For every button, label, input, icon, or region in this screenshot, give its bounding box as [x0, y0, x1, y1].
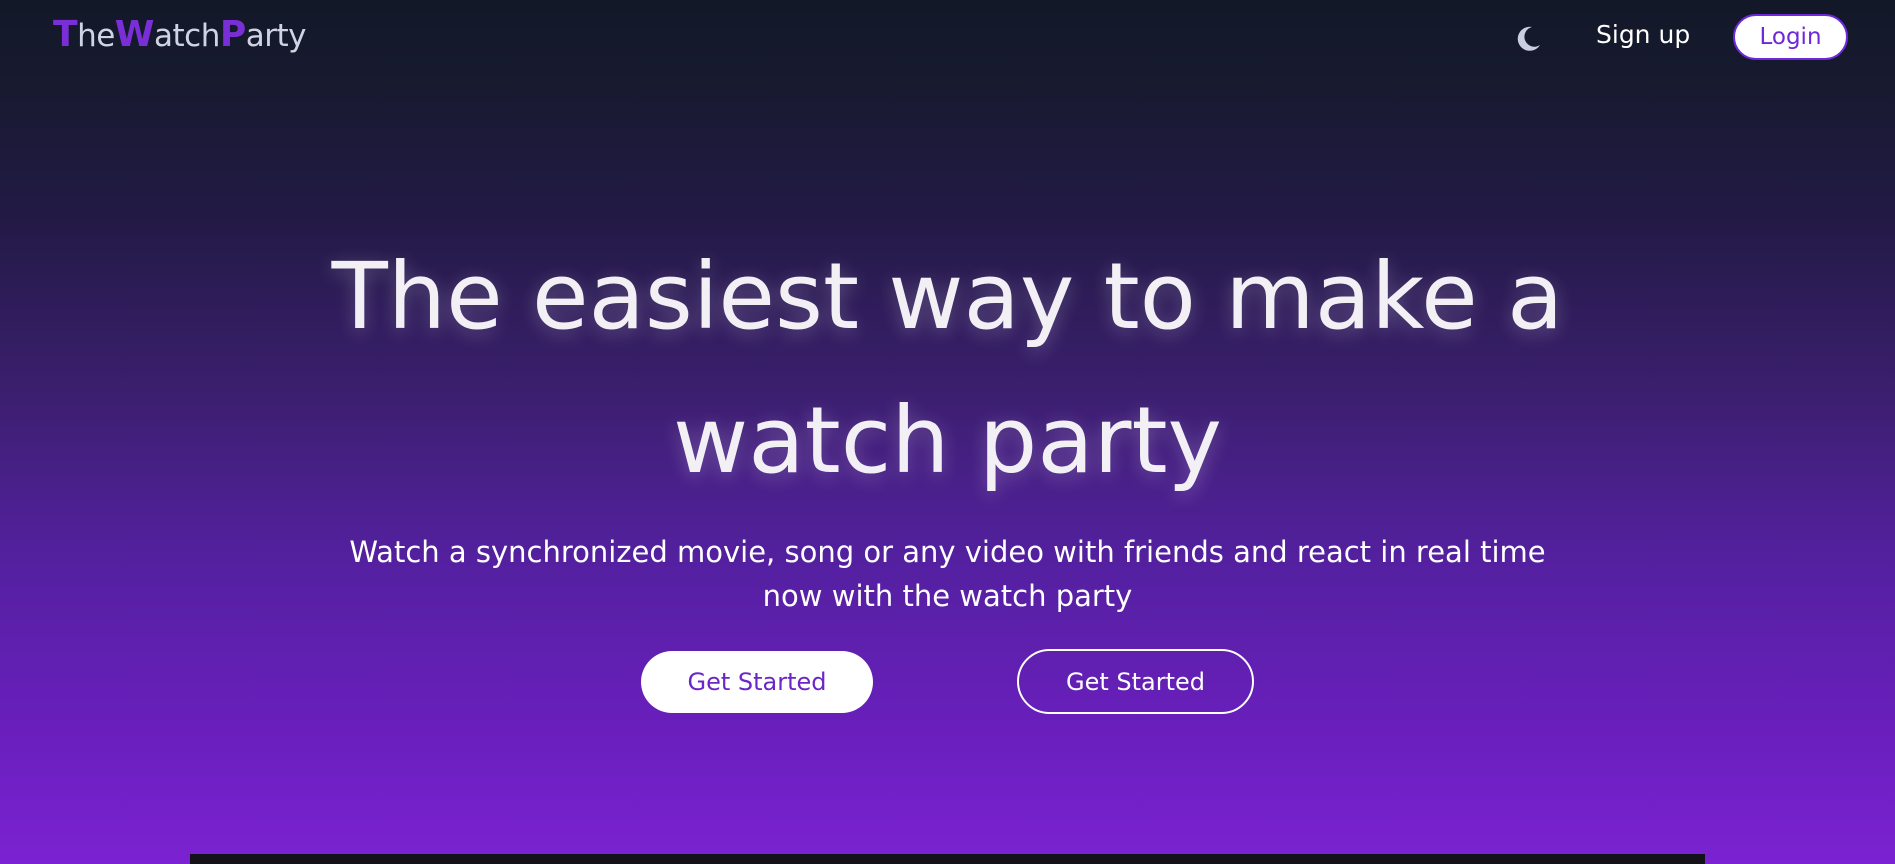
- logo-letter-w: W: [114, 14, 155, 55]
- logo-text-arty: arty: [245, 18, 307, 54]
- video-preview-frame: [190, 854, 1705, 864]
- signup-link[interactable]: Sign up: [1596, 20, 1690, 49]
- hero-title: The easiest way to make a watch party: [0, 225, 1895, 513]
- navbar: TheWatchParty Sign up Login: [0, 0, 1895, 76]
- logo[interactable]: TheWatchParty: [53, 14, 307, 55]
- moon-icon[interactable]: [1513, 24, 1543, 54]
- hero-title-line-1: The easiest way to make a: [331, 243, 1564, 350]
- hero-subtitle: Watch a synchronized movie, song or any …: [349, 535, 1546, 613]
- login-button[interactable]: Login: [1733, 14, 1848, 60]
- logo-letter-p: P: [219, 14, 246, 55]
- hero-title-line-2: watch party: [673, 387, 1222, 494]
- logo-letter-t: T: [53, 14, 78, 55]
- logo-text-atch: atch: [154, 18, 220, 54]
- logo-text-he: he: [77, 18, 115, 54]
- get-started-primary-button[interactable]: Get Started: [641, 651, 873, 713]
- get-started-secondary-button[interactable]: Get Started: [1017, 649, 1254, 714]
